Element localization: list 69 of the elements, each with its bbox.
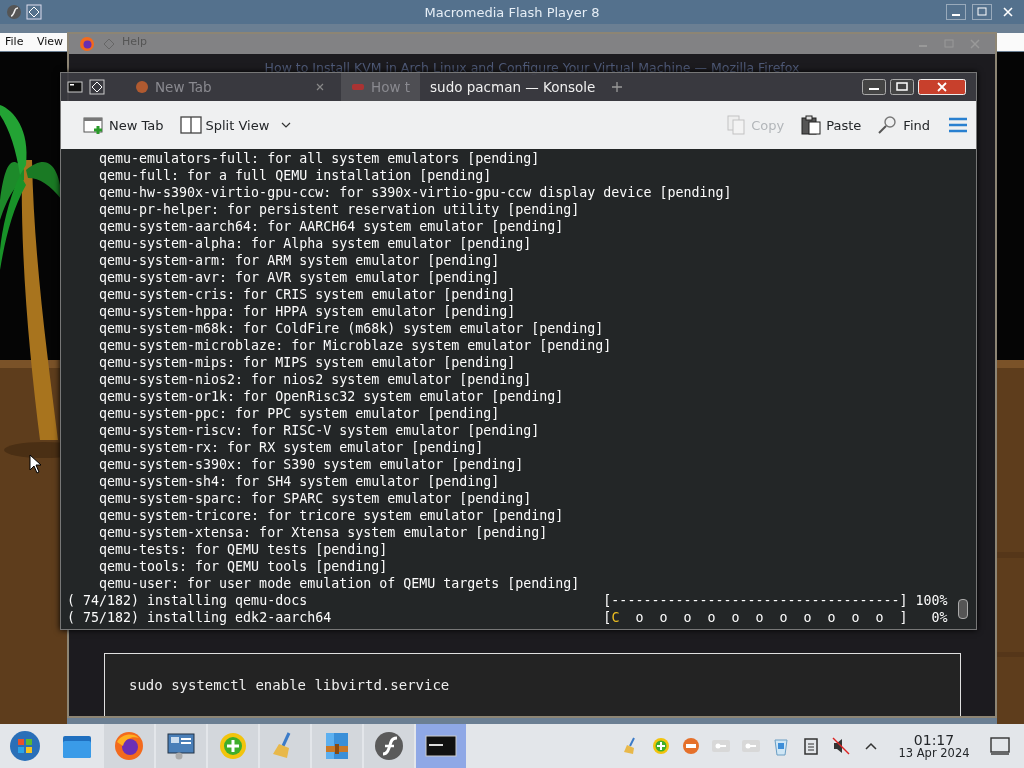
terminal-line: qemu-tools: for QEMU tools [pending]	[99, 558, 388, 575]
progress-text: [C o o o o o o o o o o o ]	[603, 609, 908, 626]
terminal-line: qemu-system-aarch64: for AARCH64 system emulator [pending]	[99, 218, 564, 235]
copy-icon	[725, 115, 748, 135]
terminal-line: qemu-system-cris: for CRIS system emulator [pending]	[99, 286, 516, 303]
terminal-line: qemu-full: for a full QEMU installation [pending]	[99, 167, 492, 184]
terminal-line: ( 75/182) installing edk2-aarch64	[67, 609, 333, 626]
terminal-line: qemu-system-tricore: for tricore system emulator [pending]	[99, 507, 564, 524]
progress-text: [------------------------------------]	[603, 592, 908, 609]
terminal-line: qemu-system-ppc: for PPC system emulator [pending]	[99, 405, 500, 422]
terminal-line: qemu-user: for user mode emulation of QEMU targets [pending]	[99, 575, 580, 592]
new-tab-icon	[83, 115, 105, 135]
terminal-line: qemu-system-m68k: for ColdFire (m68k) system emulator [pending]	[99, 320, 604, 337]
code-text: sudo systemctl enable libvirtd.service	[129, 677, 450, 693]
terminal-line: qemu-system-sparc: for SPARC system emulator [pending]	[99, 490, 532, 507]
window-title: How to Install KVM in Arch Linux and Configure Your Virtual Machine — Mozilla Firefox	[263, 60, 801, 75]
monitor-task-icon[interactable]	[156, 724, 206, 768]
terminal-line: qemu-system-sh4: for SH4 system emulator [pending]	[99, 473, 500, 490]
terminal-icon	[67, 79, 83, 95]
terminal-line: ( 74/182) installing qemu-docs	[67, 592, 309, 609]
terminal-line: qemu-system-alpha: for Alpha system emulator [pending]	[99, 235, 532, 252]
clock-date: 13 Apr 2024	[898, 747, 970, 760]
terminal-line: qemu-tests: for QEMU tests [pending]	[99, 541, 388, 558]
pointer-icon	[29, 454, 41, 474]
window-title: sudo pacman — Konsole	[430, 79, 596, 95]
terminal-line: qemu-system-or1k: for OpenRisc32 system emulator [pending]	[99, 388, 564, 405]
terminal-line: qemu-system-mips: for MIPS system emulator [pending]	[99, 354, 516, 371]
window-menu-icon[interactable]	[26, 4, 42, 20]
menu-icon[interactable]	[948, 117, 968, 133]
split-view-button[interactable]: Split View	[173, 111, 298, 139]
plus-task-icon[interactable]	[208, 724, 258, 768]
window-title: Macromedia Flash Player 8	[423, 4, 601, 20]
find-button[interactable]: Find	[871, 111, 936, 139]
clipboard-icon	[800, 115, 823, 135]
window-menu-icon[interactable]	[89, 79, 105, 95]
terminal-line: qemu-system-s390x: for S390 system emulator [pending]	[99, 456, 524, 473]
terminal-line: qemu-pr-helper: for persistent reservation utility [pending]	[99, 201, 580, 218]
menu-item[interactable]: View	[37, 35, 64, 48]
terminal-line: qemu-system-riscv: for RISC-V system emulator [pending]	[99, 422, 540, 439]
maximize-icon[interactable]	[890, 79, 914, 95]
progress-percent: 0%	[930, 609, 948, 626]
progress-percent: 100%	[915, 592, 948, 609]
show-desktop-icon[interactable]	[990, 737, 1010, 755]
terminal-line: qemu-emulators-full: for all system emulators [pending]	[99, 150, 540, 167]
menu-item[interactable]: File	[5, 35, 24, 48]
terminal-line: qemu-system-arm: for ARM system emulator [pending]	[99, 252, 500, 269]
firefox-task-icon[interactable]	[104, 724, 154, 768]
firefox-icon	[79, 36, 95, 52]
terminal-line: qemu-system-hppa: for HPPA system emulator [pending]	[99, 303, 516, 320]
new-tab-button[interactable]: New Tab	[77, 111, 170, 139]
new-tab-icon[interactable]	[611, 81, 624, 93]
terminal-line: qemu-system-rx: for RX system emulator [pending]	[99, 439, 484, 456]
terminal-line: qemu-system-microblaze: for Microblaze system emulator [pending]	[99, 337, 612, 354]
minimize-icon[interactable]	[862, 79, 886, 95]
firefox-icon	[135, 80, 149, 94]
clock-time: 01:17	[913, 732, 955, 748]
flash-icon	[6, 4, 22, 20]
close-icon[interactable]	[315, 82, 325, 92]
terminal-line: qemu-system-xtensa: for Xtensa system emulator [pending]	[99, 524, 548, 541]
split-view-icon	[179, 115, 202, 135]
flash-task-icon[interactable]	[364, 724, 414, 768]
caret-icon	[281, 122, 292, 128]
terminal-task-icon[interactable]	[416, 724, 466, 768]
paste-button[interactable]: Paste	[794, 111, 868, 139]
terminal-line: qemu-system-avr: for AVR system emulator [pending]	[99, 269, 500, 286]
terminal-line: qemu-system-nios2: for nios2 system emulator [pending]	[99, 371, 532, 388]
terminal-line: qemu-hw-s390x-virtio-gpu-ccw: for s390x-virtio-gpu-ccw display device [pending]	[99, 184, 732, 201]
scrollbar[interactable]	[958, 599, 968, 619]
minimize-icon[interactable]	[946, 4, 966, 20]
